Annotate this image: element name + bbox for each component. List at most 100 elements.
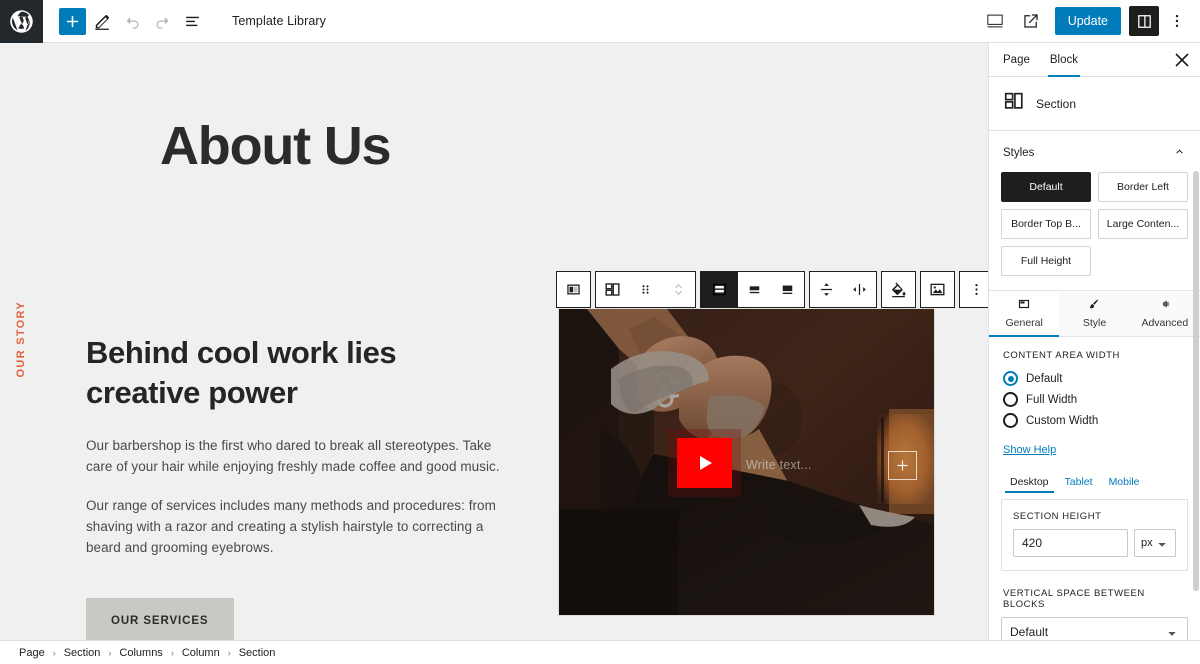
media-block[interactable]: Write text... [558,308,935,616]
our-services-button[interactable]: OUR SERVICES [86,598,234,640]
toolbar-group-background-image [920,271,955,308]
wordpress-logo-icon[interactable] [0,0,43,43]
style-option-border-top-bottom[interactable]: Border Top B... [1001,209,1091,239]
text-column: Behind cool work lies creative power Our… [86,333,506,640]
align-full-icon[interactable] [701,272,738,307]
vertical-spacing-icon[interactable] [810,272,843,307]
align-bottom-icon[interactable] [771,272,804,307]
breadcrumb-separator: › [170,647,174,658]
editor-body: About Us OUR STORY Behind cool work lies… [0,43,1200,640]
radio-label-custom-width: Custom Width [1026,414,1099,427]
inline-add-block-button[interactable] [888,451,917,480]
document-title: Template Library [232,14,327,28]
vertical-section-label: OUR STORY [15,301,27,378]
breadcrumb: Page › Section › Columns › Column › Sect… [0,640,1200,664]
top-bar-left-tools: Template Library [43,7,326,35]
desktop-preview-icon[interactable] [979,5,1011,37]
more-options-icon[interactable] [960,272,988,307]
tab-general[interactable]: General [989,291,1060,337]
show-help-link[interactable]: Show Help [989,431,1070,456]
align-center-icon[interactable] [738,272,771,307]
style-option-border-left[interactable]: Border Left [1098,172,1188,202]
layout-icon [1018,298,1030,313]
undo-button[interactable] [118,7,146,35]
tab-page[interactable]: Page [993,43,1040,77]
radio-indicator [1003,413,1018,428]
toolbar-group-more [959,271,988,308]
tab-advanced[interactable]: Advanced [1129,291,1200,336]
edit-tool-button[interactable] [88,7,116,35]
radio-indicator [1003,371,1018,386]
block-type-section-icon[interactable] [557,272,590,307]
breadcrumb-separator: › [52,647,56,658]
toolbar-group-blocktype [556,271,591,308]
external-link-icon[interactable] [1015,5,1047,37]
gear-icon [1159,298,1171,313]
tab-block[interactable]: Block [1040,43,1088,77]
styles-panel-header[interactable]: Styles [989,131,1200,172]
breadcrumb-item-column[interactable]: Column [181,647,221,659]
style-option-full-height[interactable]: Full Height [1001,246,1091,276]
chevron-up-icon[interactable] [1173,145,1186,161]
paint-bucket-icon[interactable] [882,272,915,307]
breadcrumb-separator: › [108,647,112,658]
device-tab-tablet-1[interactable]: Tablet [1058,472,1100,493]
content-area-width-label: CONTENT AREA WIDTH [1003,350,1120,361]
styles-panel-title: Styles [1003,147,1035,159]
play-triangle-icon [700,456,712,470]
sidebar-scrollbar[interactable] [1193,171,1199,591]
breadcrumb-item-section-inner[interactable]: Section [238,647,277,659]
editor-app: Template Library Update About Us OUR STO… [0,0,1200,664]
toolbar-group-transform [595,271,696,308]
style-option-large-content[interactable]: Large Conten... [1098,209,1188,239]
settings-sidebar: Page Block Section Styles Default Border… [988,43,1200,640]
device-tab-desktop-1[interactable]: Desktop [1003,472,1056,493]
top-bar-right-tools: Update [979,5,1200,37]
more-options-button[interactable] [1163,7,1191,35]
move-updown-icon[interactable] [662,272,695,307]
section-height-fieldbox: SECTION HEIGHT px [1001,499,1188,571]
tab-style-label: Style [1082,317,1107,329]
toolbar-group-spacing [809,271,877,308]
close-sidebar-icon[interactable] [1168,46,1196,74]
breadcrumb-item-page[interactable]: Page [18,647,46,659]
device-tab-mobile-1[interactable]: Mobile [1102,472,1147,493]
add-block-button[interactable] [59,7,86,35]
tab-style[interactable]: Style [1059,291,1130,336]
editor-canvas[interactable]: About Us OUR STORY Behind cool work lies… [0,43,988,640]
radio-content-width-full[interactable]: Full Width [989,389,1200,410]
section-heading[interactable]: Behind cool work lies creative power [86,333,506,413]
section-height-input[interactable] [1013,529,1128,557]
section-height-unit-select[interactable]: px [1134,529,1176,557]
write-text-placeholder[interactable]: Write text... [746,458,812,472]
breadcrumb-item-section[interactable]: Section [63,647,102,659]
vertical-space-select[interactable]: Default [1001,617,1188,640]
video-play-button[interactable] [677,438,732,488]
selected-block-row: Section [989,77,1200,131]
section-paragraph-2[interactable]: Our range of services includes many meth… [86,495,501,558]
selected-block-name: Section [1036,96,1077,111]
tab-general-label: General [1005,317,1043,329]
section-paragraph-1[interactable]: Our barbershop is the first who dared to… [86,435,501,477]
settings-panel-toggle[interactable] [1129,6,1159,36]
radio-content-width-default[interactable]: Default [989,368,1200,389]
radio-label-full-width: Full Width [1026,393,1078,406]
brush-icon [1088,298,1100,313]
horizontal-spacing-icon[interactable] [843,272,876,307]
drag-handle-icon[interactable] [629,272,662,307]
radio-label-default: Default [1026,372,1063,385]
block-toolbar[interactable] [556,271,988,308]
style-option-default[interactable]: Default [1001,172,1091,202]
image-icon[interactable] [921,272,954,307]
radio-content-width-custom[interactable]: Custom Width [989,410,1200,431]
page-title[interactable]: About Us [160,115,392,177]
breadcrumb-separator: › [227,647,231,658]
toolbar-group-background-color [881,271,916,308]
update-button[interactable]: Update [1054,7,1121,35]
redo-button[interactable] [148,7,176,35]
tab-advanced-label: Advanced [1141,317,1189,329]
list-view-button[interactable] [178,7,206,35]
breadcrumb-item-columns[interactable]: Columns [118,647,163,659]
transform-block-icon[interactable] [596,272,629,307]
toolbar-group-align [700,271,805,308]
